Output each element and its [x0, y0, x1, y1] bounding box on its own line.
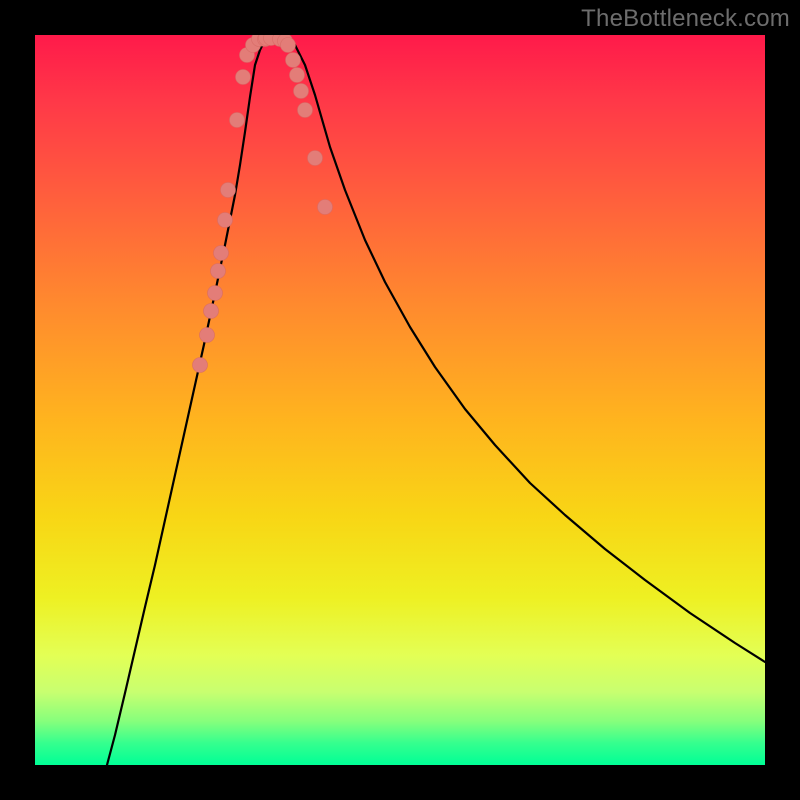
data-point	[208, 286, 223, 301]
data-point	[214, 246, 229, 261]
data-point	[281, 38, 296, 53]
data-point	[290, 68, 305, 83]
data-point	[218, 213, 233, 228]
plot-area	[35, 35, 765, 765]
data-point	[200, 328, 215, 343]
data-point	[286, 53, 301, 68]
data-point	[308, 151, 323, 166]
data-point	[236, 70, 251, 85]
bottleneck-curve	[107, 37, 765, 765]
data-point	[193, 358, 208, 373]
data-point	[294, 84, 309, 99]
watermark-text: TheBottleneck.com	[581, 5, 790, 33]
chart-frame: TheBottleneck.com	[0, 0, 800, 800]
data-point	[204, 304, 219, 319]
data-point	[298, 103, 313, 118]
data-point	[230, 113, 245, 128]
data-point	[211, 264, 226, 279]
data-point	[318, 200, 333, 215]
data-point	[221, 183, 236, 198]
chart-svg	[35, 35, 765, 765]
